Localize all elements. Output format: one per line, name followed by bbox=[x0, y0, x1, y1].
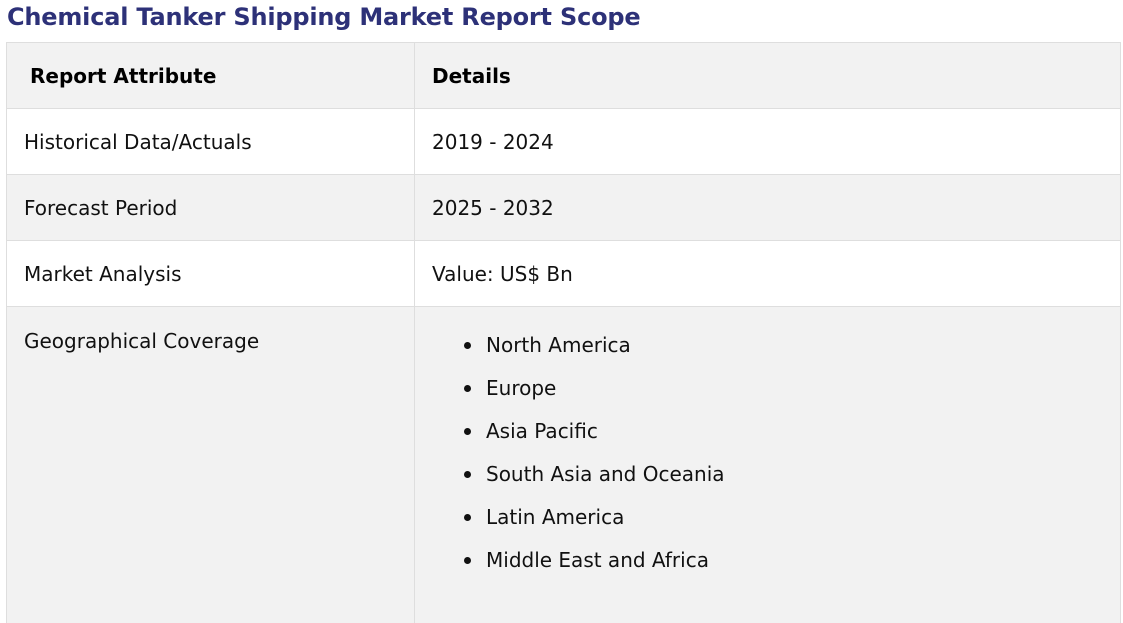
table-row-geographical-coverage: Geographical Coverage North America Euro… bbox=[6, 306, 1121, 623]
details-cell: Value: US$ Bn bbox=[414, 240, 1121, 307]
list-item: South Asia and Oceania bbox=[464, 462, 1103, 505]
region-label: South Asia and Oceania bbox=[486, 462, 725, 486]
region-label: Asia Pacific bbox=[486, 419, 598, 443]
details-cell: North America Europe Asia Pacific South … bbox=[414, 306, 1121, 623]
bullet-icon bbox=[464, 514, 471, 521]
region-label: North America bbox=[486, 333, 631, 357]
table-row-market-analysis: Market Analysis Value: US$ Bn bbox=[6, 240, 1121, 307]
bullet-icon bbox=[464, 428, 471, 435]
page-title: Chemical Tanker Shipping Market Report S… bbox=[7, 3, 641, 31]
details-cell: 2019 - 2024 bbox=[414, 108, 1121, 175]
table-row-historical: Historical Data/Actuals 2019 - 2024 bbox=[6, 108, 1121, 175]
attribute-cell: Forecast Period bbox=[6, 174, 415, 241]
list-item: Europe bbox=[464, 376, 1103, 419]
list-item: Asia Pacific bbox=[464, 419, 1103, 462]
header-details: Details bbox=[414, 42, 1121, 109]
details-cell: 2025 - 2032 bbox=[414, 174, 1121, 241]
list-item: Latin America bbox=[464, 505, 1103, 548]
list-item: North America bbox=[464, 333, 1103, 376]
bullet-icon bbox=[464, 471, 471, 478]
table-header-row: Report Attribute Details bbox=[6, 42, 1121, 109]
bullet-icon bbox=[464, 557, 471, 564]
report-scope-page: Chemical Tanker Shipping Market Report S… bbox=[0, 0, 1123, 623]
report-scope-table: Report Attribute Details Historical Data… bbox=[6, 42, 1121, 623]
list-item: Middle East and Africa bbox=[464, 548, 1103, 591]
region-label: Europe bbox=[486, 376, 557, 400]
attribute-cell: Geographical Coverage bbox=[6, 306, 415, 623]
table-row-forecast: Forecast Period 2025 - 2032 bbox=[6, 174, 1121, 241]
region-label: Middle East and Africa bbox=[486, 548, 709, 572]
region-list: North America Europe Asia Pacific South … bbox=[432, 307, 1103, 591]
attribute-cell: Market Analysis bbox=[6, 240, 415, 307]
region-label: Latin America bbox=[486, 505, 625, 529]
header-report-attribute: Report Attribute bbox=[6, 42, 415, 109]
bullet-icon bbox=[464, 385, 471, 392]
attribute-cell: Historical Data/Actuals bbox=[6, 108, 415, 175]
bullet-icon bbox=[464, 342, 471, 349]
